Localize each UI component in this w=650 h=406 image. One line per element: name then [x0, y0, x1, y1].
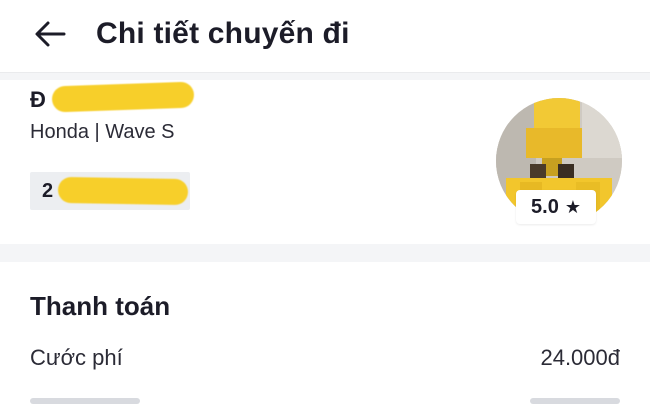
trip-detail-screen: Chi tiết chuyến đi Đ Honda | Wave S 2 5.… — [0, 0, 650, 406]
arrow-left-icon — [35, 21, 66, 47]
page-title: Chi tiết chuyến đi — [96, 17, 350, 50]
plate-redaction — [57, 176, 189, 206]
top-app-bar: Chi tiết chuyến đi — [0, 0, 650, 72]
payment-section: Thanh toán Cước phí 24.000đ — [0, 262, 650, 406]
vehicle-info: Honda | Wave S — [30, 121, 175, 143]
license-plate-text: 2 — [42, 180, 54, 202]
fare-label: Cước phí — [30, 345, 123, 370]
driver-avatar-group: 5.0 ★ — [496, 98, 622, 224]
next-row-value-cut — [530, 398, 620, 404]
section-title-payment: Thanh toán — [30, 291, 171, 321]
next-row-partial — [30, 398, 620, 406]
rating-value: 5.0 — [531, 195, 559, 218]
driver-card: Đ Honda | Wave S 2 5.0 ★ — [0, 80, 650, 244]
rating-badge: 5.0 ★ — [516, 190, 596, 224]
name-redaction — [51, 81, 195, 113]
star-icon: ★ — [564, 197, 581, 217]
driver-name: Đ — [30, 87, 46, 112]
fare-value: 24.000đ — [540, 345, 620, 370]
back-button[interactable] — [28, 12, 72, 56]
next-row-label-cut — [30, 398, 140, 404]
